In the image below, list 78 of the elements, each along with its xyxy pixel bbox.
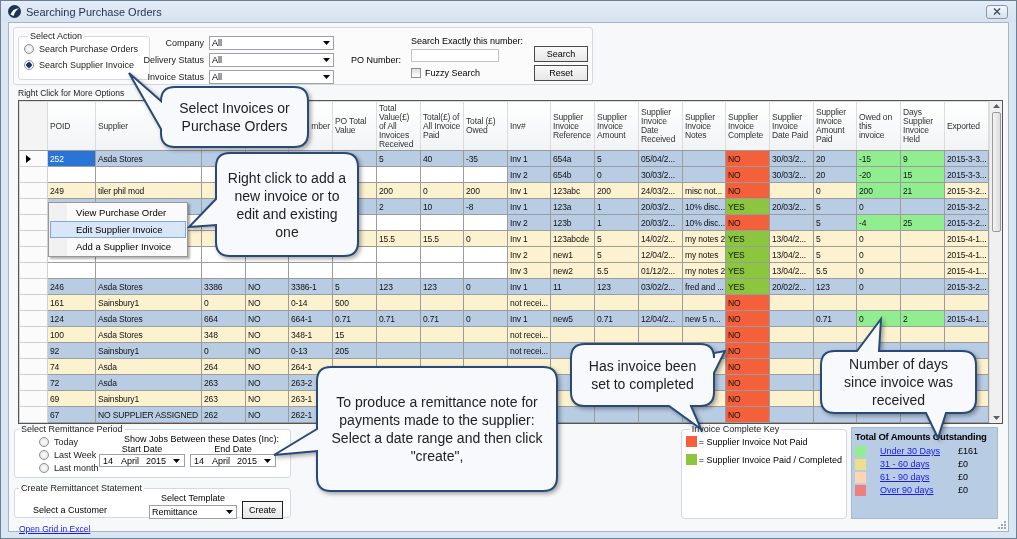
fuzzy-search-checkbox[interactable] [410,68,421,78]
group-title: Select Remittance Period [20,424,124,434]
filter-dropdown[interactable]: All [208,36,334,50]
radio-button[interactable] [39,449,49,460]
group-title: Invoice Complete Key [690,424,781,434]
age-bucket-link[interactable]: 61 - 90 days [880,472,958,482]
scroll-up-icon [992,104,1000,108]
customer-label: Select a Customer [33,505,109,515]
checkbox-label: Fuzzy Search [424,68,480,78]
po-number-label: PO Number: [350,55,401,65]
filter-dropdown[interactable]: All [208,53,334,67]
column-header[interactable]: POID [50,121,71,131]
app-logo-icon [8,5,21,18]
window-title: Searching Purchase Orders [26,5,162,18]
date-label: Start Date [121,444,163,454]
filter-label: Delivery Status [143,54,204,66]
menu-item[interactable]: Edit Supplier Invoice [50,221,186,238]
radio-button[interactable] [24,59,34,70]
excel-link[interactable]: Open Grid in Excel [19,524,291,534]
age-bucket-link[interactable]: Under 30 Days [880,446,958,456]
callout-text: Has invoice been set to completed [587,357,698,393]
radio-button[interactable] [39,462,49,473]
close-button[interactable] [986,4,1008,19]
callout-text: Right click to add a new invoice or to edit and existing one [226,168,348,241]
caret-icon [226,510,233,514]
amount-value: £0 [958,485,968,495]
callout-text: Number of days since invoice was received [843,355,954,409]
column-header[interactable]: mber [311,121,330,131]
filter-dropdown[interactable]: All [208,70,334,84]
menu-item[interactable]: View Purchase Order [50,204,186,221]
date-picker[interactable]: 14 April 2015 [99,454,185,467]
date-picker[interactable]: 14 April 2015 [190,454,276,467]
date-label: End Date [214,444,252,454]
radio-label: Last month [54,462,99,473]
caret-icon [173,458,180,463]
action-button[interactable]: Search [534,46,588,62]
totals-title: Total Of Amounts Outstanding [855,431,988,442]
callout-text: Select Invoices or Purchase Orders [178,99,291,135]
scroll-down-icon [992,416,1000,420]
key-label: = Supplier Invoice Not Paid [698,436,808,447]
vertical-scrollbar[interactable] [989,101,1002,423]
row-pointer-icon [26,154,31,163]
column-header[interactable]: Exported [947,121,980,131]
resize-grip-icon [997,520,1006,529]
amount-value: £0 [958,459,968,469]
filter-label: Invoice Status [147,71,204,83]
age-bucket-link[interactable]: Over 90 days [880,485,958,495]
caret-icon [322,41,330,45]
group-title: Select Action [29,31,84,41]
caret-icon [322,58,330,62]
grid-caption: Right Click for More Options [18,88,126,98]
amount-value: £0 [958,472,968,482]
radio-label: Last Week [54,449,97,460]
scrollbar-thumb[interactable] [991,112,1001,232]
amount-value: £161 [958,446,979,456]
menu-item[interactable]: Add a Supplier Invoice [50,238,186,255]
po-number-field[interactable] [410,49,499,62]
age-bucket-link[interactable]: 31 - 60 days [880,459,958,469]
template-dropdown[interactable]: Remittance [149,505,237,519]
radio-label: Today [54,436,79,447]
template-label: Select Template [161,493,225,503]
radio-label: Search Purchase Orders [39,43,139,54]
create-button[interactable]: Create [242,501,283,519]
action-button[interactable]: Reset [534,65,588,81]
column-header[interactable]: Inv# [510,121,526,131]
filter-label: Company [165,37,204,49]
radio-button[interactable] [39,436,49,447]
key-label: = Supplier Invoice Paid / Completed [698,454,842,465]
callout-text: To produce a remittance note for payments made to the supplier: Select a date range and then click "create", [330,393,544,465]
caret-icon [264,458,271,463]
group-title: Create Remittancet Statement [20,483,144,493]
caret-icon [322,75,330,79]
search-hint: Search Exactly this number: [410,36,523,46]
date-range-hint: Show Jobs Between these Dates (Inc): [124,434,280,444]
column-header[interactable]: Supplier [98,121,128,131]
radio-label: Search Supplier Invoice [39,59,135,70]
close-icon [993,8,1001,15]
radio-button[interactable] [24,43,34,54]
